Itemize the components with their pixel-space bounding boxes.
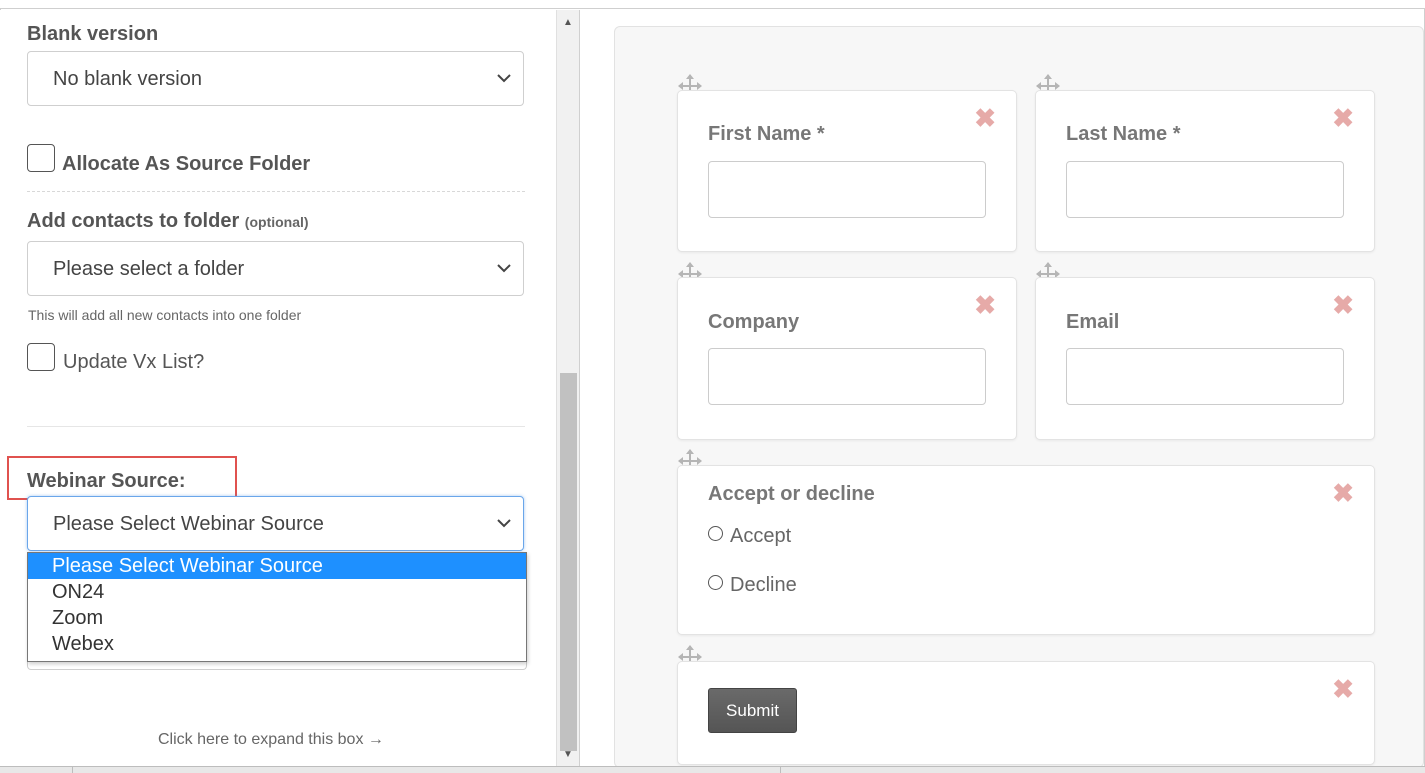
folder-select[interactable]: Please select a folder [27,241,524,296]
webinar-source-label: Webinar Source: [27,470,186,492]
radio-circle-icon[interactable] [708,575,723,590]
blank-version-select[interactable]: No blank version [27,51,524,106]
folder-select-value: Please select a folder [53,258,245,280]
remove-icon[interactable]: ✖ [974,105,996,131]
dropdown-option[interactable]: Please Select Webinar Source [28,553,526,579]
optional-tag: (optional) [244,214,309,230]
divider [27,191,525,192]
dropdown-option[interactable]: Zoom [28,605,526,631]
email-input[interactable] [1066,348,1344,405]
company-input[interactable] [708,348,986,405]
add-contacts-label-text: Add contacts to folder [27,210,240,232]
email-label: Email [1066,311,1120,333]
bar-segment [72,767,73,773]
field-card-submit[interactable]: Submit ✖ [677,661,1375,765]
allocate-source-checkbox[interactable] [27,144,55,172]
dropdown-option[interactable]: Webex [28,631,526,657]
radio-accept[interactable]: Accept [708,525,791,548]
update-vx-checkbox[interactable] [27,343,55,371]
window-top-edge [0,0,1425,9]
first-name-input[interactable] [708,161,986,218]
remove-icon[interactable]: ✖ [974,292,996,318]
remove-icon[interactable]: ✖ [1332,105,1354,131]
field-card-last-name[interactable]: Last Name * ✖ [1035,90,1375,252]
field-card-accept-decline[interactable]: Accept or decline Accept Decline ✖ [677,465,1375,635]
blank-version-label: Blank version [27,23,159,45]
bar-segment [780,767,781,773]
remove-icon[interactable]: ✖ [1332,292,1354,318]
radio-accept-label: Accept [730,525,792,547]
blank-version-value: No blank version [53,68,202,90]
accept-decline-label: Accept or decline [708,483,875,505]
first-name-label: First Name * [708,123,825,145]
radio-decline-label: Decline [730,574,797,596]
webinar-source-select[interactable]: Please Select Webinar Source [27,496,524,551]
scroll-down-icon[interactable]: ▼ [557,746,579,764]
chevron-down-icon [497,519,511,528]
radio-circle-icon[interactable] [708,526,723,541]
allocate-source-label: Allocate As Source Folder [62,153,311,175]
update-vx-label: Update Vx List? [63,351,205,373]
expand-box-link[interactable]: Click here to expand this box → [158,731,384,749]
chevron-down-icon [497,74,511,83]
field-card-email[interactable]: Email ✖ [1035,277,1375,440]
add-contacts-label: Add contacts to folder (optional) [27,210,309,233]
company-label: Company [708,311,800,333]
webinar-source-value: Please Select Webinar Source [53,513,324,535]
folder-help-text: This will add all new contacts into one … [28,307,302,323]
chevron-down-icon [497,264,511,273]
dropdown-option[interactable]: ON24 [28,579,526,605]
radio-decline[interactable]: Decline [708,574,797,597]
divider [27,426,525,427]
last-name-label: Last Name * [1066,123,1181,145]
remove-icon[interactable]: ✖ [1332,676,1354,702]
field-card-company[interactable]: Company ✖ [677,277,1017,440]
panel-scrollbar[interactable]: ▲ ▼ [556,10,580,766]
scroll-up-icon[interactable]: ▲ [557,14,579,32]
submit-button[interactable]: Submit [708,688,797,733]
webinar-source-dropdown[interactable]: Please Select Webinar Source ON24 Zoom W… [27,552,527,662]
field-card-first-name[interactable]: First Name * ✖ [677,90,1017,252]
remove-icon[interactable]: ✖ [1332,480,1354,506]
scrollbar-thumb[interactable] [560,373,577,751]
last-name-input[interactable] [1066,161,1344,218]
